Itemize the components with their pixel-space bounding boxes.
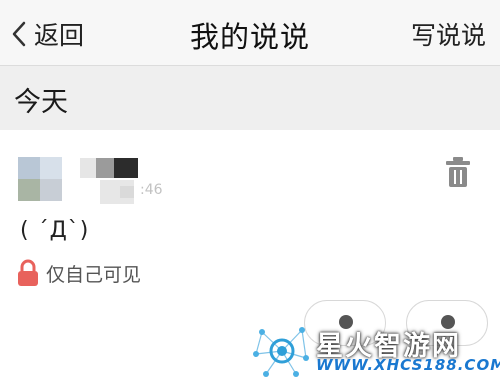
post-content: ( ´Д`): [20, 218, 90, 243]
section-header: 今天: [0, 66, 500, 130]
post-timestamp-text: :46: [140, 182, 163, 198]
nav-bar: 返回 我的说说 写说说: [0, 0, 500, 66]
post-timestamp: :46: [100, 180, 166, 206]
privacy-indicator: 仅自己可见: [16, 258, 141, 288]
watermark-logo-icon: [253, 327, 309, 377]
lock-icon: [18, 259, 38, 286]
write-post-button[interactable]: 写说说: [411, 16, 486, 52]
watermark: 星火智游网 WWW.XHCS188.COM: [250, 322, 500, 379]
trash-icon[interactable]: [444, 156, 472, 188]
privacy-label: 仅自己可见: [46, 263, 142, 286]
watermark-url: WWW.XHCS188.COM: [316, 356, 500, 374]
avatar[interactable]: [18, 157, 62, 201]
section-label-today: 今天: [14, 87, 68, 118]
user-name-pixelated[interactable]: [80, 158, 140, 180]
